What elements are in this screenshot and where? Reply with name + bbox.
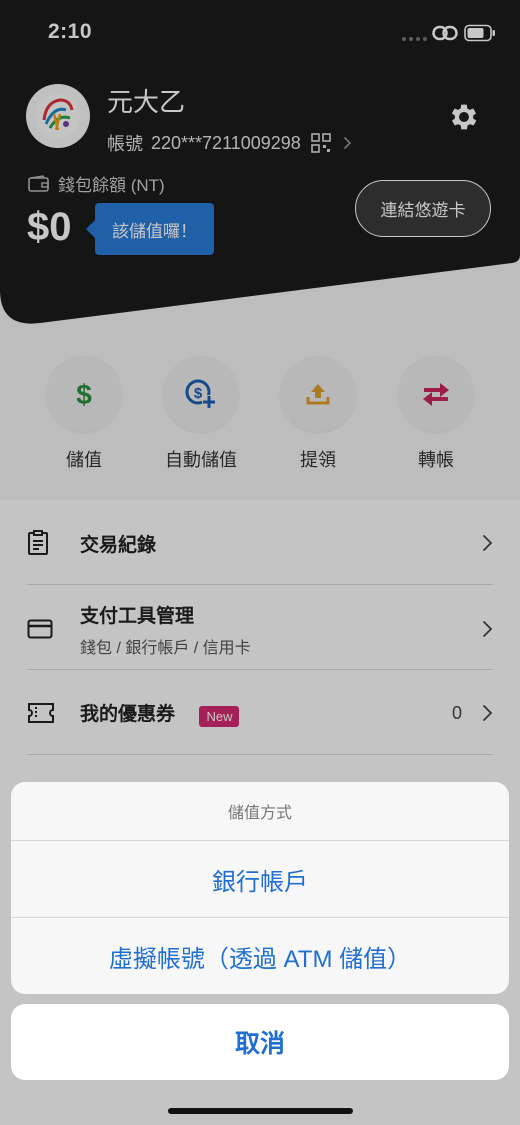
option-virtual-account[interactable]: 虛擬帳號（透過 ATM 儲值） <box>11 917 509 994</box>
option-bank-account[interactable]: 銀行帳戶 <box>11 841 509 917</box>
topup-method-sheet: 儲值方式 銀行帳戶 虛擬帳號（透過 ATM 儲值） <box>11 782 509 994</box>
sheet-title: 儲值方式 <box>11 782 509 841</box>
cancel-button[interactable]: 取消 <box>11 1004 509 1080</box>
home-indicator[interactable] <box>168 1108 353 1114</box>
wallet-app: 2:10 元大乙 帳號 220***7211009298 錢包餘額 (NT) $… <box>0 0 520 1125</box>
